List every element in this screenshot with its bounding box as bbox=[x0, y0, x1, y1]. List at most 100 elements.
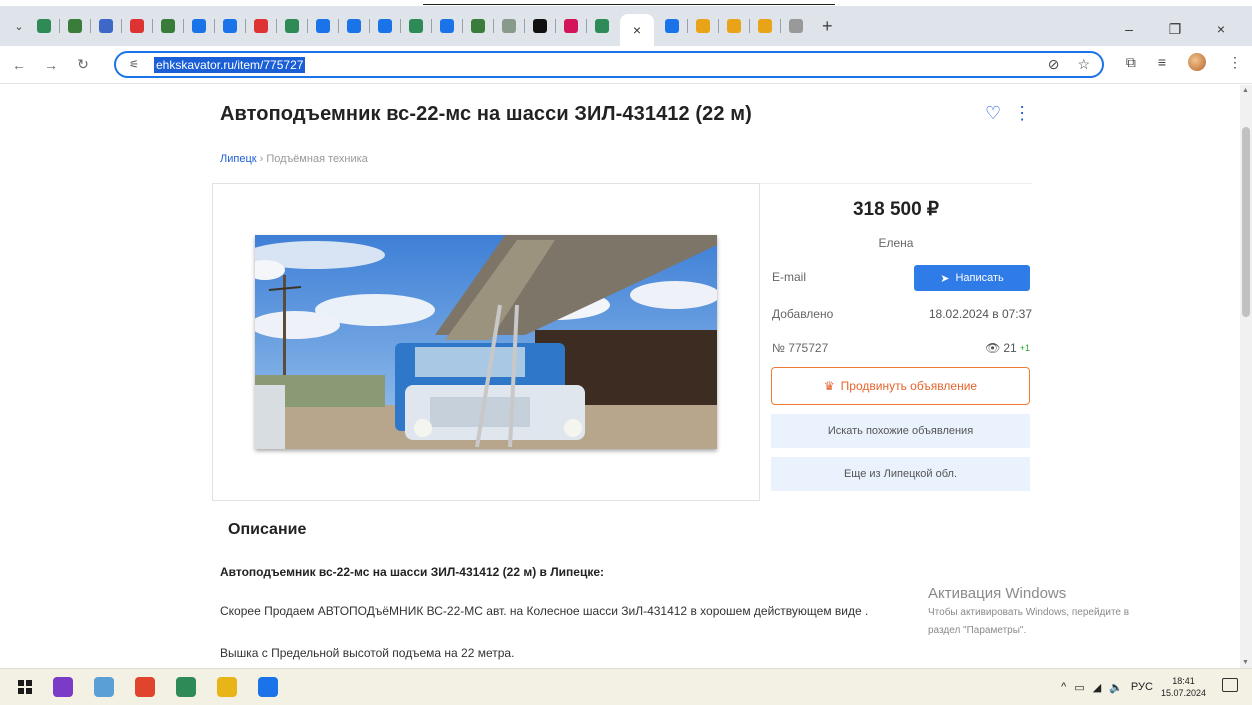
listing-photo[interactable] bbox=[255, 235, 717, 449]
tab-favicon-icon[interactable] bbox=[471, 19, 485, 33]
tab-favicon-icon[interactable] bbox=[285, 19, 299, 33]
tab-favicon-icon[interactable] bbox=[696, 19, 710, 33]
tab-separator bbox=[121, 19, 122, 33]
tab-favicon-icon[interactable] bbox=[665, 19, 679, 33]
seller-name[interactable]: Елена bbox=[760, 236, 1032, 250]
taskbar-apps bbox=[32, 677, 278, 697]
page-scrollbar[interactable]: ▲ ▼ bbox=[1240, 85, 1252, 668]
tab-favicon-icon[interactable] bbox=[316, 19, 330, 33]
tab-favicon-icon[interactable] bbox=[99, 19, 113, 33]
promote-listing-button[interactable]: ♛ Продвинуть объявление bbox=[771, 367, 1030, 405]
listing-number: № 775727 bbox=[772, 341, 829, 355]
page-content: Автоподъемник вс-22-мс на шасси ЗИЛ-4314… bbox=[0, 85, 1240, 668]
activation-title: Активация Windows bbox=[928, 585, 1067, 602]
photo-gallery bbox=[212, 183, 760, 501]
forward-arrow-icon[interactable]: → bbox=[38, 52, 64, 78]
listing-sidebar: 318 500 ₽ Елена E-mail ➤ Написать Добавл… bbox=[760, 183, 1032, 503]
tab-favicon-icon[interactable] bbox=[595, 19, 609, 33]
activation-line-2: раздел "Параметры". bbox=[928, 625, 1027, 636]
windows-taskbar: ^ ▭ ◢ 🔈 РУС 18:41 15.07.2024 bbox=[0, 668, 1252, 705]
network-icon[interactable]: ▭ bbox=[1074, 681, 1084, 694]
tab-favicon-icon[interactable] bbox=[502, 19, 516, 33]
tab-favicon-icon[interactable] bbox=[192, 19, 206, 33]
scrollbar-thumb[interactable] bbox=[1242, 127, 1250, 317]
close-window-button[interactable]: × bbox=[1198, 14, 1244, 44]
site-settings-icon[interactable]: ⚟ bbox=[124, 58, 144, 71]
tab-separator bbox=[400, 19, 401, 33]
tab-favicon-icon[interactable] bbox=[223, 19, 237, 33]
reload-icon[interactable]: ↻ bbox=[70, 52, 96, 78]
search-similar-button[interactable]: Искать похожие объявления bbox=[771, 414, 1030, 448]
tab-favicon-icon[interactable] bbox=[130, 19, 144, 33]
tab-search-chevron-icon[interactable]: ⌄ bbox=[8, 15, 30, 37]
start-button[interactable] bbox=[18, 680, 32, 694]
tab-separator bbox=[780, 19, 781, 33]
tab-separator bbox=[462, 19, 463, 33]
url-text[interactable]: ehkskavator.ru/item/775727 bbox=[154, 56, 306, 73]
taskbar-app-icon[interactable] bbox=[135, 677, 155, 697]
taskbar-app-icon[interactable] bbox=[258, 677, 278, 697]
tab-favicon-icon[interactable] bbox=[68, 19, 82, 33]
taskbar-app-icon[interactable] bbox=[176, 677, 196, 697]
clock[interactable]: 18:41 15.07.2024 bbox=[1161, 675, 1206, 699]
tab-strip-right bbox=[658, 19, 810, 33]
tab-separator bbox=[555, 19, 556, 33]
address-bar[interactable]: ⚟ ehkskavator.ru/item/775727 ⊘ ☆ bbox=[114, 51, 1104, 78]
tab-separator bbox=[493, 19, 494, 33]
tab-favicon-icon[interactable] bbox=[440, 19, 454, 33]
breadcrumb: Липецк › Подъёмная техника bbox=[220, 153, 368, 165]
reading-list-icon[interactable]: ≡ bbox=[1158, 54, 1166, 70]
browser-menu-icon[interactable]: ⋮ bbox=[1228, 54, 1242, 71]
tab-separator bbox=[338, 19, 339, 33]
email-label: E-mail bbox=[772, 270, 807, 284]
tab-favicon-icon[interactable] bbox=[161, 19, 175, 33]
back-arrow-icon[interactable]: ← bbox=[6, 52, 32, 78]
added-date: 18.02.2024 в 07:37 bbox=[928, 307, 1032, 321]
scroll-down-icon[interactable]: ▼ bbox=[1242, 659, 1249, 666]
taskbar-app-icon[interactable] bbox=[217, 677, 237, 697]
restore-button[interactable]: ❐ bbox=[1152, 14, 1198, 44]
more-from-region-button[interactable]: Еще из Липецкой обл. bbox=[771, 457, 1030, 491]
tab-favicon-icon[interactable] bbox=[254, 19, 268, 33]
minimize-button[interactable]: – bbox=[1106, 14, 1152, 44]
tab-favicon-icon[interactable] bbox=[347, 19, 361, 33]
tab-separator bbox=[431, 19, 432, 33]
kebab-menu-icon[interactable]: ⋮ bbox=[1013, 103, 1031, 124]
system-tray: ^ ▭ ◢ 🔈 РУС 18:41 15.07.2024 bbox=[1061, 675, 1206, 699]
language-indicator[interactable]: РУС bbox=[1131, 681, 1153, 693]
bookmark-star-icon[interactable]: ☆ bbox=[1077, 56, 1090, 73]
extensions-icon[interactable]: ⧉ bbox=[1126, 54, 1136, 71]
added-label: Добавлено bbox=[772, 307, 834, 321]
breadcrumb-city-link[interactable]: Липецк bbox=[220, 153, 257, 165]
tab-close-icon[interactable]: × bbox=[633, 22, 641, 38]
profile-avatar[interactable] bbox=[1188, 53, 1206, 71]
tab-separator bbox=[369, 19, 370, 33]
volume-icon[interactable]: 🔈 bbox=[1109, 681, 1123, 694]
tab-favicon-icon[interactable] bbox=[378, 19, 392, 33]
crown-icon: ♛ bbox=[823, 379, 835, 393]
tab-separator bbox=[59, 19, 60, 33]
tab-favicon-icon[interactable] bbox=[409, 19, 423, 33]
taskbar-app-icon[interactable] bbox=[53, 677, 73, 697]
tab-favicon-icon[interactable] bbox=[37, 19, 51, 33]
tab-separator bbox=[245, 19, 246, 33]
tab-separator bbox=[307, 19, 308, 33]
new-tab-button[interactable]: + bbox=[822, 16, 833, 37]
tab-favicon-icon[interactable] bbox=[789, 19, 803, 33]
wifi-icon[interactable]: ◢ bbox=[1093, 681, 1101, 694]
write-button[interactable]: ➤ Написать bbox=[914, 265, 1030, 291]
breadcrumb-category[interactable]: Подъёмная техника bbox=[266, 153, 367, 165]
scroll-up-icon[interactable]: ▲ bbox=[1242, 87, 1249, 94]
tab-favicon-icon[interactable] bbox=[727, 19, 741, 33]
top-underline bbox=[423, 4, 835, 5]
eye-off-icon[interactable]: ⊘ bbox=[1048, 56, 1060, 73]
tab-favicon-icon[interactable] bbox=[564, 19, 578, 33]
listing-title: Автоподъемник вс-22-мс на шасси ЗИЛ-4314… bbox=[220, 103, 752, 125]
tab-favicon-icon[interactable] bbox=[758, 19, 772, 33]
tray-chevron-icon[interactable]: ^ bbox=[1061, 681, 1066, 693]
notifications-icon[interactable] bbox=[1222, 678, 1238, 692]
taskbar-app-icon[interactable] bbox=[94, 677, 114, 697]
tab-favicon-icon[interactable] bbox=[533, 19, 547, 33]
heart-icon[interactable]: ♡ bbox=[985, 103, 1001, 124]
active-tab[interactable]: × bbox=[620, 14, 654, 46]
